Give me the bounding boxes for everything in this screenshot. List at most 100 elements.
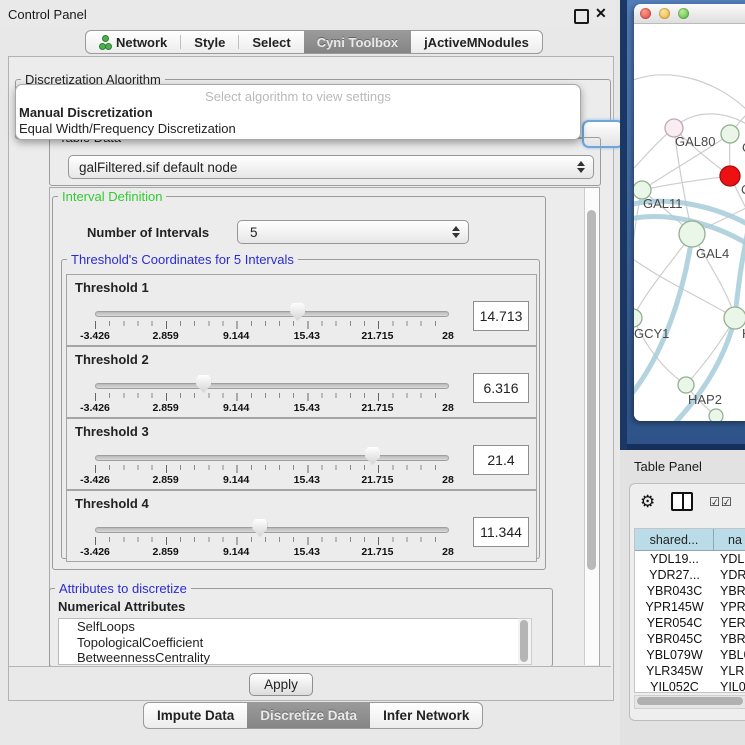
- popup-item-manual-discretization[interactable]: Manual Discretization: [19, 105, 153, 120]
- network-edge[interactable]: [634, 254, 735, 318]
- traffic-light-minimize-icon[interactable]: [659, 8, 670, 19]
- threshold-value-field[interactable]: 21.4: [473, 445, 529, 475]
- table-row[interactable]: YDR27...YDR2: [635, 567, 745, 583]
- table-row[interactable]: YBR045CYBR0: [635, 631, 745, 647]
- threshold-label: Threshold 3: [75, 424, 149, 439]
- scrollbar-thumb[interactable]: [587, 210, 596, 570]
- table-cell[interactable]: YIL0: [714, 679, 745, 693]
- table-cell[interactable]: YER054C: [635, 615, 714, 631]
- horizontal-scrollbar[interactable]: [634, 695, 745, 709]
- column-header-name[interactable]: na: [714, 529, 745, 551]
- table-cell[interactable]: YPR145W: [635, 599, 714, 615]
- table-row[interactable]: YLR345WYLR3: [635, 663, 745, 679]
- columns-icon[interactable]: [671, 492, 693, 511]
- network-node[interactable]: [721, 125, 739, 143]
- vertical-scrollbar[interactable]: [584, 188, 599, 665]
- slider-track[interactable]: [95, 311, 449, 317]
- network-node[interactable]: [720, 166, 740, 186]
- network-edge[interactable]: [642, 176, 730, 190]
- table-cell[interactable]: YBR0: [714, 631, 745, 647]
- table-cell[interactable]: YDR27...: [635, 567, 714, 583]
- panel-divider[interactable]: [620, 0, 627, 450]
- spinner-stepper-icon[interactable]: [448, 226, 464, 238]
- tab-infer-network[interactable]: Infer Network: [370, 703, 482, 728]
- scrollbar-thumb[interactable]: [520, 620, 528, 662]
- tick-label: 2.859: [152, 546, 178, 558]
- scrollbar-thumb[interactable]: [637, 697, 743, 705]
- table-cell[interactable]: YBL079W: [635, 647, 714, 663]
- combo-stepper-icon[interactable]: [573, 161, 589, 173]
- network-view-window[interactable]: GAL80GACGAL11GAL4GCY1HHAP2: [634, 4, 745, 421]
- table-row[interactable]: YER054CYER0: [635, 615, 745, 631]
- network-node[interactable]: [634, 309, 642, 327]
- table-cell[interactable]: YDL19...: [635, 551, 714, 567]
- tab-jactivemnodules[interactable]: jActiveMNodules: [411, 31, 542, 53]
- slider-thumb[interactable]: [252, 519, 267, 537]
- slider-track[interactable]: [95, 383, 449, 389]
- table-cell[interactable]: YBL0: [714, 647, 745, 663]
- table-cell[interactable]: YLR3: [714, 663, 745, 679]
- control-panel-titlebar: Control Panel ✕: [0, 0, 616, 28]
- attributes-list-scrollbar[interactable]: [518, 618, 532, 665]
- tick-label: 15.43: [294, 402, 320, 414]
- tick-label: 15.43: [294, 330, 320, 342]
- slider-track[interactable]: [95, 455, 449, 461]
- threshold-panel: Threshold 4 -3.4262.8599.14415.4321.7152…: [66, 490, 537, 562]
- table-cell[interactable]: YER0: [714, 615, 745, 631]
- slider-track[interactable]: [95, 527, 449, 533]
- threshold-value-field[interactable]: 14.713: [473, 301, 529, 331]
- threshold-label: Threshold 2: [75, 352, 149, 367]
- network-edge[interactable]: [634, 190, 642, 318]
- table-cell[interactable]: YBR043C: [635, 583, 714, 599]
- network-node[interactable]: [679, 221, 705, 247]
- table-panel-card: ⚙ ☑☑ shared... na YDL19...YDL1YDR27...YD…: [629, 483, 745, 721]
- table-cell[interactable]: YIL052C: [635, 679, 714, 693]
- table-cell[interactable]: YPR1: [714, 599, 745, 615]
- tick-label: 9.144: [223, 330, 249, 342]
- table-row[interactable]: YIL052CYIL0: [635, 679, 745, 693]
- table-cell[interactable]: YLR345W: [635, 663, 714, 679]
- table-row[interactable]: YBR043CYBR0: [635, 583, 745, 599]
- tab-cyni-toolbox[interactable]: Cyni Toolbox: [304, 31, 411, 53]
- network-thick-edge[interactable]: [634, 236, 692, 396]
- slider-thumb[interactable]: [196, 375, 211, 393]
- network-canvas[interactable]: GAL80GACGAL11GAL4GCY1HHAP2: [634, 24, 745, 421]
- tab-select[interactable]: Select: [239, 31, 303, 53]
- table-cell[interactable]: YDL1: [714, 551, 745, 567]
- table-cell[interactable]: YDR2: [714, 567, 745, 583]
- node-table[interactable]: shared... na YDL19...YDL1YDR27...YDR2YBR…: [634, 528, 745, 693]
- slider-thumb[interactable]: [365, 447, 380, 465]
- table-data-combobox[interactable]: galFiltered.sif default node: [68, 155, 594, 179]
- network-window-titlebar[interactable]: [634, 4, 745, 24]
- table-row[interactable]: YBL079WYBL0: [635, 647, 745, 663]
- slider-thumb[interactable]: [290, 303, 305, 321]
- list-item[interactable]: BetweennessCentrality: [59, 650, 519, 665]
- tab-label: Discretize Data: [260, 708, 357, 723]
- checkboxes-icon[interactable]: ☑☑: [709, 495, 733, 509]
- threshold-value-field[interactable]: 6.316: [473, 373, 529, 403]
- traffic-light-zoom-icon[interactable]: [678, 8, 689, 19]
- popup-item-equal-width-frequency[interactable]: Equal Width/Frequency Discretization: [19, 121, 236, 136]
- network-node[interactable]: [709, 409, 723, 421]
- table-row[interactable]: YDL19...YDL1: [635, 551, 745, 567]
- column-header-shared[interactable]: shared...: [635, 529, 714, 551]
- list-item[interactable]: TopologicalCoefficient: [59, 635, 519, 651]
- tab-discretize-data[interactable]: Discretize Data: [247, 703, 370, 728]
- float-window-icon[interactable]: [574, 9, 589, 24]
- network-edge[interactable]: [634, 75, 745, 109]
- apply-button[interactable]: Apply: [249, 673, 313, 696]
- tab-impute-data[interactable]: Impute Data: [144, 703, 247, 728]
- table-cell[interactable]: YBR0: [714, 583, 745, 599]
- traffic-light-close-icon[interactable]: [640, 8, 651, 19]
- tab-style[interactable]: Style: [181, 31, 238, 53]
- list-item[interactable]: SelfLoops: [59, 619, 519, 635]
- table-row[interactable]: YPR145WYPR1: [635, 599, 745, 615]
- table-cell[interactable]: YBR045C: [635, 631, 714, 647]
- tab-network[interactable]: Network: [86, 31, 180, 53]
- gear-icon[interactable]: ⚙: [640, 493, 655, 510]
- numerical-attributes-list[interactable]: SelfLoopsTopologicalCoefficientBetweenne…: [58, 618, 520, 665]
- close-icon[interactable]: ✕: [595, 5, 607, 22]
- network-node[interactable]: [678, 377, 694, 393]
- threshold-value-field[interactable]: 11.344: [473, 517, 529, 547]
- number-of-intervals-spinner[interactable]: 5: [237, 220, 469, 244]
